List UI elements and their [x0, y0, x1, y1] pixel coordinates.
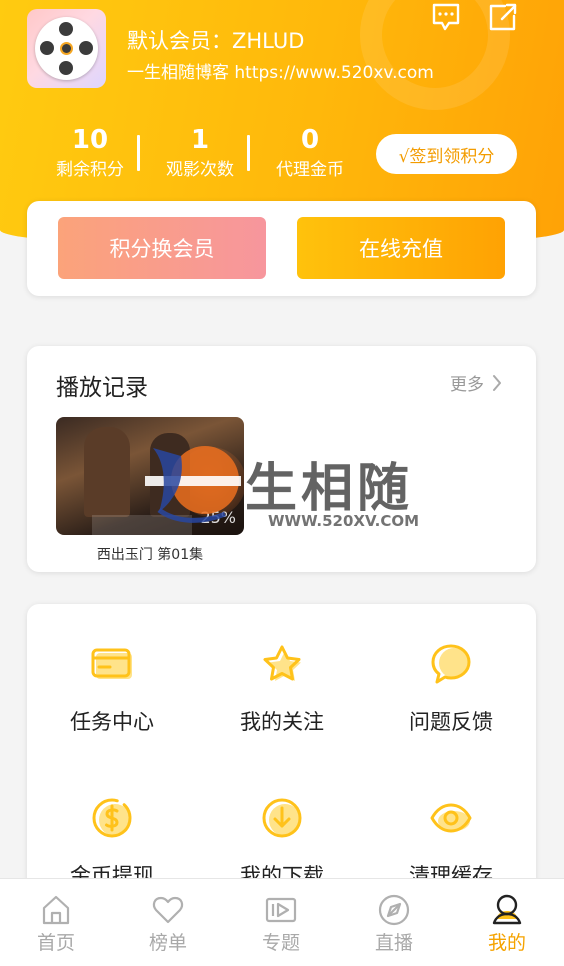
video-title[interactable]: 西出玉门 第01集: [56, 544, 244, 564]
home-icon: [42, 895, 70, 925]
tab-label: 首页: [36, 932, 75, 954]
avatar[interactable]: [27, 9, 106, 88]
bottom-tab-bar: 首页 榜单 专题 直播 我的: [0, 878, 564, 966]
coins-label: 代理金币: [276, 160, 344, 180]
tab-live[interactable]: 直播: [338, 893, 450, 955]
tab-home[interactable]: 首页: [0, 893, 112, 955]
membership-actions-card: 积分换会员 在线充值: [27, 201, 536, 296]
menu-label: 任务中心: [70, 710, 154, 734]
compass-icon: [378, 894, 410, 926]
recharge-button[interactable]: 在线充值: [297, 217, 505, 279]
points-value: 10: [71, 125, 109, 155]
tab-rankings[interactable]: 榜单: [112, 893, 224, 955]
dollar-coin-icon: [92, 798, 132, 838]
more-label: 更多: [450, 375, 484, 395]
stat-points[interactable]: 10 剩余积分: [45, 124, 135, 181]
stat-coins[interactable]: 0 代理金币: [265, 124, 355, 181]
menu-my-downloads[interactable]: 我的下载: [197, 796, 367, 890]
heart-icon: [152, 896, 184, 924]
tab-label: 直播: [374, 932, 413, 954]
history-title: 播放记录: [56, 375, 148, 401]
watch-progress: 25%: [200, 508, 236, 527]
stat-views[interactable]: 1 观影次数: [155, 124, 245, 181]
tab-mine[interactable]: 我的: [451, 893, 563, 955]
menu-task-center[interactable]: 任务中心: [27, 642, 197, 736]
tab-label: 榜单: [148, 932, 187, 954]
menu-label: 问题反馈: [409, 710, 493, 734]
more-link[interactable]: 更多: [450, 370, 502, 395]
views-value: 1: [190, 125, 210, 155]
menu-coin-withdraw[interactable]: 金币提现: [27, 796, 197, 890]
tab-label: 专题: [261, 932, 300, 954]
tab-topics[interactable]: 专题: [225, 893, 337, 955]
message-dots-icon[interactable]: [430, 2, 462, 32]
menu-my-follows[interactable]: 我的关注: [197, 642, 367, 736]
blog-slogan: 一生相随博客 https://www.520xv.com: [127, 63, 434, 83]
tab-label: 我的: [487, 932, 526, 954]
chevron-right-icon: [493, 374, 501, 391]
menu-label: 我的关注: [240, 710, 324, 734]
views-label: 观影次数: [166, 160, 234, 180]
points-label: 剩余积分: [56, 160, 124, 180]
share-icon[interactable]: [487, 2, 519, 32]
task-card-icon: [91, 648, 132, 679]
video-play-icon: [265, 897, 297, 923]
film-reel-icon: [35, 17, 98, 80]
user-icon: [492, 894, 522, 925]
checkin-button[interactable]: √签到领积分: [376, 134, 517, 174]
video-thumbnail[interactable]: 25%: [56, 417, 244, 535]
coins-value: 0: [300, 125, 320, 155]
stat-divider: [247, 135, 250, 171]
feedback-chat-icon: [431, 644, 471, 684]
stat-divider: [137, 135, 140, 171]
star-icon: [263, 645, 301, 681]
member-name: 默认会员：ZHLUD: [127, 29, 305, 53]
eye-icon: [430, 803, 472, 833]
download-icon: [262, 798, 302, 838]
menu-grid-card: 任务中心 我的关注 问题反馈 金币提现 我的下载 清理缓存: [27, 604, 536, 904]
menu-clear-cache[interactable]: 清理缓存: [366, 796, 536, 890]
play-history-card: 播放记录 更多 25% 西出玉门 第01集: [27, 346, 536, 572]
exchange-membership-button[interactable]: 积分换会员: [58, 217, 266, 279]
menu-feedback[interactable]: 问题反馈: [366, 642, 536, 736]
